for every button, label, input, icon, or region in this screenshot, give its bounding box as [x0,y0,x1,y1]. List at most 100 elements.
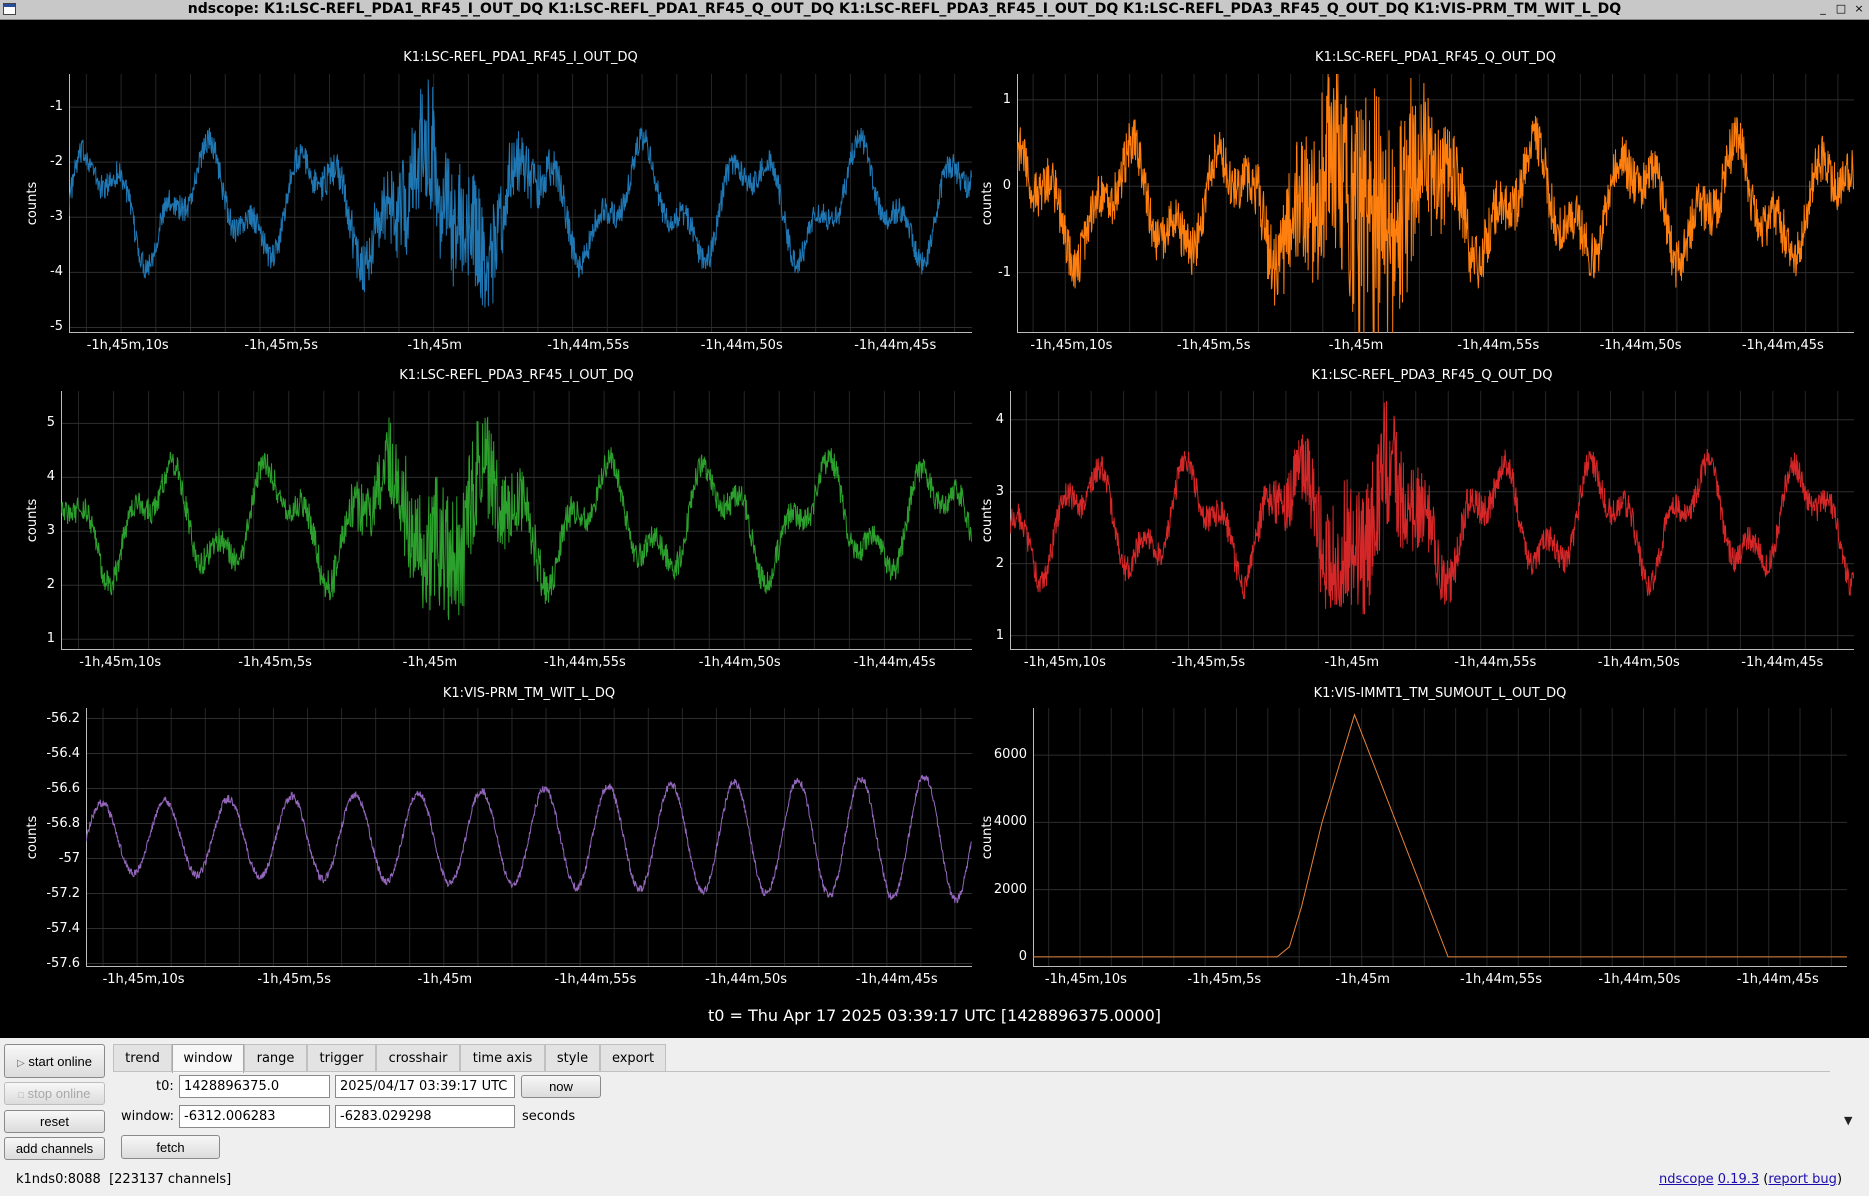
y-axis-label: counts [980,181,996,225]
tab-crosshair[interactable]: crosshair [376,1044,460,1072]
y-tick-label: 2 [995,555,1004,571]
version-link[interactable]: 0.19.3 [1718,1172,1759,1187]
maximize-button[interactable]: □ [1833,1,1849,17]
y-axis-label: counts [25,498,41,542]
x-tick-label: -1h,45m,10s [86,338,169,353]
tab-window[interactable]: window [172,1044,244,1073]
y-tick-label: -3 [50,209,63,225]
close-button[interactable]: × [1851,1,1867,17]
plot-canvas[interactable] [1010,391,1854,650]
x-tick-label: -1h,45m [407,338,462,353]
plot-p3[interactable]: K1:LSC-REFL_PDA3_RF45_I_OUT_DQ counts 5 4 3 2… [5,20,1864,1038]
x-tick-label: -1h,45m [417,972,473,987]
t0-gps-input[interactable]: 1428896375.0 [179,1075,330,1098]
stop-online-button[interactable]: □ stop online [4,1082,105,1105]
x-tick-label: -1h,45m [1335,972,1390,987]
tab-style[interactable]: style [545,1044,600,1072]
y-tick-label: 3 [46,523,55,539]
axis-line [86,708,972,967]
x-tick-label: -1h,45m [1328,338,1384,353]
x-tick-label: -1h,45m,10s [1030,338,1113,353]
plot-area[interactable]: K1:LSC-REFL_PDA1_RF45_I_OUT_DQ counts -1 -2… [5,20,1864,1038]
plot-canvas[interactable] [1033,708,1847,967]
trace-p2 [1017,74,1854,333]
x-tick-label: -1h,44m,45s [853,655,936,670]
plot-title: K1:LSC-REFL_PDA3_RF45_I_OUT_DQ [399,368,634,383]
plot-p2[interactable]: K1:LSC-REFL_PDA1_RF45_Q_OUT_DQ counts 1 0 -1… [5,20,1864,1038]
plot-p6[interactable]: K1:VIS-IMMT1_TM_SUMOUT_L_OUT_DQ counts 600… [5,20,1864,1038]
title-bar: ndscope: K1:LSC-REFL_PDA1_RF45_I_OUT_DQ … [0,0,1869,20]
expand-arrow-icon[interactable]: ▼ [1844,1114,1852,1127]
axis-line [1033,708,1847,967]
y-tick-label: 0 [1002,178,1011,194]
window-title: ndscope: K1:LSC-REFL_PDA1_RF45_I_OUT_DQ … [187,1,1622,17]
x-tick-label: -1h,44m,50s [1599,338,1682,353]
y-tick-label: -56.4 [46,745,80,761]
reset-button[interactable]: reset [4,1110,105,1133]
tab-range[interactable]: range [244,1044,307,1072]
x-tick-label: -1h,44m,50s [700,338,783,353]
y-tick-label: -5 [50,319,63,335]
x-tick-label: -1h,44m,55s [554,972,637,987]
x-tick-label: -1h,45m,10s [79,655,162,670]
trace-p6 [1033,713,1847,958]
minimize-button[interactable]: _ [1815,1,1831,17]
plot-p1[interactable]: K1:LSC-REFL_PDA1_RF45_I_OUT_DQ counts -1 -2… [5,20,1864,1038]
y-axis-label: counts [980,498,996,542]
tab-export[interactable]: export [600,1044,666,1072]
y-tick-label: 2 [46,577,55,593]
stop-icon: □ [18,1090,24,1100]
stop-online-label: stop online [27,1086,91,1101]
start-online-label: start online [28,1053,92,1069]
window-end-input[interactable]: -6283.029298 [335,1105,515,1128]
plot-p4[interactable]: K1:LSC-REFL_PDA3_RF45_Q_OUT_DQ counts 4 3 2 1… [5,20,1864,1038]
fetch-button[interactable]: fetch [121,1135,220,1159]
plot-canvas[interactable] [61,391,972,650]
axis-line [61,391,972,650]
y-tick-label: 3 [995,483,1004,499]
add-channels-button[interactable]: add channels [4,1137,105,1160]
t0-utc-input[interactable]: 2025/04/17 03:39:17 UTC [335,1075,515,1098]
x-tick-label: -1h,45m,5s [1176,338,1251,353]
x-tick-label: -1h,44m,45s [855,972,938,987]
axis-line [1010,391,1854,650]
start-online-button[interactable]: ▷ start online [4,1044,105,1078]
x-tick-label: -1h,44m,45s [854,338,937,353]
ndscope-link[interactable]: ndscope [1659,1172,1714,1187]
y-tick-label: -56.8 [46,815,80,831]
x-tick-label: -1h,44m,50s [1597,655,1680,670]
plot-canvas[interactable] [86,708,972,967]
axis-line [1017,74,1854,333]
y-tick-label: 1 [1002,91,1011,107]
y-axis-label: counts [980,815,996,859]
y-tick-label: -56.2 [46,710,80,726]
tab-time-axis[interactable]: time axis [460,1044,545,1072]
plot-p5[interactable]: K1:VIS-PRM_TM_WIT_L_DQ counts -56.2 -56.4 -5… [5,20,1864,1038]
server-address: k1nds0:8088 [16,1172,101,1187]
x-tick-label: -1h,45m,10s [1023,655,1106,670]
x-tick-label: -1h,45m,10s [102,972,185,987]
report-bug-link[interactable]: report bug [1768,1172,1837,1187]
tab-trend[interactable]: trend [113,1044,172,1072]
x-tick-label: -1h,44m,55s [1460,972,1543,987]
now-button[interactable]: now [521,1075,601,1098]
x-tick-label: -1h,44m,45s [1741,338,1824,353]
y-tick-label: 6000 [993,747,1027,763]
tab-trigger[interactable]: trigger [307,1044,376,1072]
plot-title: K1:VIS-PRM_TM_WIT_L_DQ [442,686,616,701]
status-server: k1nds0:8088 [223137 channels] [16,1172,231,1187]
x-tick-label: -1h,45m,5s [1171,655,1246,670]
y-tick-label: -57.6 [46,955,80,971]
y-tick-label: 2000 [993,881,1027,897]
seconds-label: seconds [522,1109,576,1124]
x-tick-label: -1h,45m,10s [1044,972,1127,987]
y-tick-label: -1 [50,99,63,115]
x-tick-label: -1h,44m,45s [1736,972,1819,987]
plot-canvas[interactable] [69,74,972,333]
y-tick-label: -57.4 [46,920,80,936]
y-tick-label: -4 [50,264,63,280]
x-tick-label: -1h,45m [1324,655,1380,670]
plot-canvas[interactable] [1017,74,1854,333]
x-tick-label: -1h,45m,5s [1187,972,1262,987]
window-start-input[interactable]: -6312.006283 [179,1105,330,1128]
